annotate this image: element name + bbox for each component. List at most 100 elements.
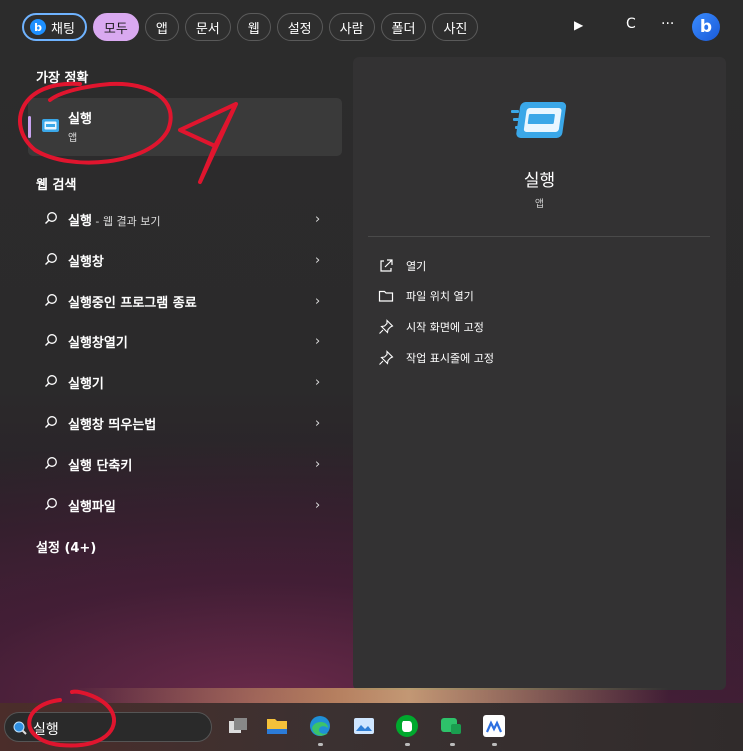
taskbar-glow bbox=[0, 688, 743, 704]
running-indicator bbox=[318, 743, 323, 746]
app-green-icon[interactable] bbox=[439, 714, 463, 738]
web-result-label: 실행창열기 bbox=[68, 332, 128, 351]
divider bbox=[368, 236, 710, 237]
edge-icon[interactable] bbox=[308, 714, 332, 738]
pin-icon bbox=[379, 350, 394, 365]
open-external-icon bbox=[380, 259, 393, 272]
web-result-label: 실행창 bbox=[68, 251, 104, 270]
tab-documents[interactable]: 문서 bbox=[184, 13, 231, 41]
action-open-file-location[interactable]: 파일 위치 열기 bbox=[378, 286, 474, 306]
web-result-item[interactable]: 실행 - 웹 결과 보기 › bbox=[28, 201, 342, 237]
running-indicator bbox=[492, 743, 497, 746]
more-options-icon[interactable]: ··· bbox=[661, 16, 674, 32]
search-icon bbox=[45, 294, 57, 306]
web-result-item[interactable]: 실행창 띄우는법 › bbox=[28, 405, 342, 441]
tab-people[interactable]: 사람 bbox=[328, 13, 375, 41]
action-pin-taskbar-label: 작업 표시줄에 고정 bbox=[406, 352, 494, 365]
action-open-file-location-label: 파일 위치 열기 bbox=[406, 290, 474, 303]
tab-photos-label: 사진 bbox=[443, 21, 468, 37]
web-result-text: 실행창 띄우는법 bbox=[68, 417, 157, 433]
action-open[interactable]: 열기 bbox=[378, 256, 426, 276]
search-icon bbox=[45, 334, 57, 346]
tab-web-label: 웹 bbox=[247, 21, 260, 37]
tab-documents-label: 문서 bbox=[195, 21, 220, 37]
web-result-text: 실행파일 bbox=[68, 499, 116, 515]
chevron-right-icon: › bbox=[315, 497, 321, 513]
web-result-label: 실행 단축키 bbox=[68, 455, 132, 474]
bing-chat-icon: b bbox=[30, 19, 46, 35]
running-indicator bbox=[405, 743, 410, 746]
run-app-icon bbox=[42, 119, 59, 132]
web-result-text: 실행기 bbox=[68, 376, 104, 392]
action-pin-start-label: 시작 화면에 고정 bbox=[406, 321, 484, 334]
best-match-kind: 앱 bbox=[68, 133, 78, 144]
play-icon[interactable]: ▶ bbox=[574, 18, 583, 32]
tab-chat-label: 채팅 bbox=[51, 21, 75, 37]
web-result-item[interactable]: 실행중인 프로그램 종료 › bbox=[28, 283, 342, 319]
taskbar-search-input[interactable]: 실행 bbox=[4, 712, 212, 742]
search-icon bbox=[45, 375, 57, 387]
chevron-right-icon: › bbox=[315, 211, 321, 227]
search-icon bbox=[45, 212, 57, 224]
c-button[interactable]: C bbox=[626, 16, 636, 32]
tab-chat[interactable]: b 채팅 bbox=[22, 13, 87, 41]
web-result-sub: - 웹 결과 보기 bbox=[91, 214, 161, 228]
settings-section-title: 설정 (4+) bbox=[36, 541, 97, 556]
chevron-right-icon: › bbox=[315, 252, 321, 268]
detail-kind: 앱 bbox=[534, 199, 545, 210]
run-app-large-icon bbox=[511, 102, 567, 138]
tab-all[interactable]: 모두 bbox=[92, 13, 139, 41]
tab-settings-label: 설정 bbox=[287, 21, 312, 37]
action-open-label: 열기 bbox=[406, 260, 427, 273]
web-search-title: 웹 검색 bbox=[36, 178, 77, 193]
search-query-text: 실행 bbox=[33, 722, 59, 738]
task-view-icon[interactable] bbox=[226, 714, 250, 738]
folder-icon bbox=[378, 290, 394, 302]
web-result-item[interactable]: 실행창열기 › bbox=[28, 323, 342, 359]
selection-indicator bbox=[28, 116, 31, 138]
tab-all-label: 모두 bbox=[103, 21, 128, 37]
running-indicator bbox=[450, 743, 455, 746]
photos-icon[interactable] bbox=[352, 714, 376, 738]
tab-apps[interactable]: 앱 bbox=[144, 13, 179, 41]
search-icon bbox=[45, 416, 57, 428]
best-match-title: 가장 정확 bbox=[36, 71, 89, 86]
tab-photos[interactable]: 사진 bbox=[432, 13, 479, 41]
chevron-right-icon: › bbox=[315, 333, 321, 349]
file-explorer-icon[interactable] bbox=[265, 714, 289, 738]
action-pin-taskbar[interactable]: 작업 표시줄에 고정 bbox=[378, 348, 494, 368]
search-icon bbox=[45, 457, 57, 469]
tab-folders-label: 폴더 bbox=[391, 21, 416, 37]
detail-title: 실행 bbox=[523, 171, 556, 191]
messenger-icon[interactable] bbox=[482, 714, 506, 738]
web-result-text: 실행 bbox=[68, 213, 92, 229]
search-icon bbox=[45, 253, 57, 265]
tab-people-label: 사람 bbox=[339, 21, 364, 37]
bing-button[interactable]: b bbox=[692, 13, 720, 41]
chevron-right-icon: › bbox=[315, 456, 321, 472]
chevron-right-icon: › bbox=[315, 374, 321, 390]
web-result-label: 실행중인 프로그램 종료 bbox=[68, 292, 197, 311]
web-result-label: 실행 - 웹 결과 보기 bbox=[68, 210, 160, 229]
tab-settings[interactable]: 설정 bbox=[276, 13, 323, 41]
web-result-label: 실행창 띄우는법 bbox=[68, 414, 156, 433]
chevron-right-icon: › bbox=[315, 293, 321, 309]
evernote-icon[interactable] bbox=[395, 714, 419, 738]
tab-web[interactable]: 웹 bbox=[236, 13, 271, 41]
detail-pane: 실행 앱 열기 파일 위치 열기 시작 화면에 고정 작업 표시줄에 고정 bbox=[353, 57, 726, 690]
chevron-right-icon: › bbox=[315, 415, 321, 431]
action-pin-start[interactable]: 시작 화면에 고정 bbox=[378, 317, 484, 337]
filter-bar: b 채팅 모두 앱 문서 웹 설정 사람 폴더 사진 bbox=[22, 12, 479, 42]
web-result-item[interactable]: 실행 단축키 › bbox=[28, 446, 342, 482]
search-icon bbox=[45, 498, 57, 510]
web-result-text: 실행창 bbox=[68, 254, 104, 270]
tab-apps-label: 앱 bbox=[155, 21, 168, 37]
web-result-item[interactable]: 실행창 › bbox=[28, 242, 342, 278]
web-result-item[interactable]: 실행기 › bbox=[28, 364, 342, 400]
bing-logo-icon: b bbox=[699, 17, 713, 37]
web-result-label: 실행파일 bbox=[68, 496, 116, 515]
best-match-item[interactable]: 실행 앱 bbox=[28, 98, 342, 156]
web-result-label: 실행기 bbox=[68, 373, 104, 392]
web-result-item[interactable]: 실행파일 › bbox=[28, 487, 342, 523]
tab-folders[interactable]: 폴더 bbox=[380, 13, 427, 41]
